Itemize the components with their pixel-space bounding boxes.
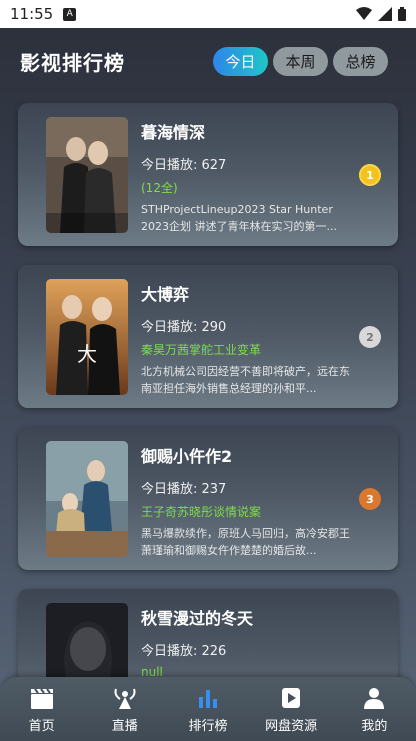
nav-ranking[interactable]: 排行榜 — [168, 685, 248, 734]
nav-label: 首页 — [28, 718, 55, 734]
tab-week[interactable]: 本周 — [273, 46, 328, 76]
status-bar: 11:55 A — [0, 0, 416, 28]
cloud-play-icon — [282, 687, 301, 708]
tab-all[interactable]: 总榜 — [333, 46, 388, 76]
item-title: 御赐小仵作2 — [141, 447, 233, 466]
item-description: STHProjectLineup2023 Star Hunter 2023企划 … — [141, 203, 337, 233]
clapperboard-icon — [30, 687, 53, 709]
item-description: 黑马爆款续作，原班人马回归，高冷安郡王萧瑾瑜和御赐女仵作楚楚的婚后故... — [141, 527, 350, 557]
rank-badge: 2 — [359, 326, 381, 348]
nav-label: 排行榜 — [188, 718, 228, 734]
bottom-nav: 首页 直播 排行榜 网盘资源 我的 — [0, 677, 416, 741]
item-plays: 今日播放: 237 — [141, 482, 227, 497]
item-plays: 今日播放: 226 — [141, 644, 227, 659]
person-icon — [364, 687, 385, 709]
item-subtitle: (12全) — [141, 181, 178, 195]
wifi-icon — [356, 7, 372, 20]
card-info: 御赐小仵作2 今日播放: 237 王子奇苏晓彤谈情说案 黑马爆款续作，原班人马回… — [141, 443, 351, 559]
nav-live[interactable]: 直播 — [85, 685, 165, 734]
item-plays: 今日播放: 627 — [141, 158, 227, 173]
ranking-list: 暮海情深 今日播放: 627 (12全) STHProjectLineup202… — [18, 103, 398, 741]
ranking-card[interactable]: 大 大博弈 今日播放: 290 秦昊万茜掌舵工业变革 北方机械公司因经营不善即将… — [18, 265, 398, 408]
poster-image: 大 — [46, 279, 128, 395]
ranking-card[interactable]: 暮海情深 今日播放: 627 (12全) STHProjectLineup202… — [18, 103, 398, 246]
signal-icon — [378, 7, 392, 21]
item-title: 大博弈 — [141, 285, 190, 304]
poster-image — [46, 441, 128, 557]
page-title: 影视排行榜 — [20, 50, 125, 75]
nav-label: 网盘资源 — [265, 718, 318, 734]
status-icons — [356, 7, 406, 21]
item-title: 暮海情深 — [141, 123, 206, 142]
item-subtitle: 秦昊万茜掌舵工业变革 — [141, 343, 262, 357]
item-description: 北方机械公司因经营不善即将破产，远在东南亚担任海外销售总经理的孙和平... — [141, 365, 350, 395]
tab-today[interactable]: 今日 — [213, 46, 268, 76]
status-time: 11:55 — [10, 5, 54, 23]
item-subtitle: 王子奇苏晓彤谈情说案 — [141, 505, 262, 519]
rank-badge: 3 — [359, 488, 381, 510]
item-title: 秋雪漫过的冬天 — [141, 609, 254, 628]
broadcast-icon — [114, 688, 136, 709]
nav-home[interactable]: 首页 — [2, 685, 82, 734]
card-info: 暮海情深 今日播放: 627 (12全) STHProjectLineup202… — [141, 119, 351, 235]
period-tabs: 今日 本周 总榜 — [213, 46, 388, 76]
svg-text:大: 大 — [77, 342, 97, 366]
poster-image — [46, 117, 128, 233]
nav-profile[interactable]: 我的 — [334, 685, 414, 734]
nav-label: 我的 — [361, 718, 388, 734]
card-info: 秋雪漫过的冬天 今日播放: 226 null — [141, 605, 351, 684]
nav-cloud[interactable]: 网盘资源 — [251, 685, 331, 734]
ranking-card[interactable]: 御赐小仵作2 今日播放: 237 王子奇苏晓彤谈情说案 黑马爆款续作，原班人马回… — [18, 427, 398, 570]
notification-a-icon: A — [63, 7, 77, 21]
page-header: 影视排行榜 今日 本周 总榜 — [20, 46, 388, 76]
battery-icon — [398, 7, 406, 21]
bar-chart-icon — [198, 689, 217, 708]
item-plays: 今日播放: 290 — [141, 320, 227, 335]
card-info: 大博弈 今日播放: 290 秦昊万茜掌舵工业变革 北方机械公司因经营不善即将破产… — [141, 281, 351, 397]
rank-badge: 1 — [359, 164, 381, 186]
nav-label: 直播 — [111, 718, 138, 734]
